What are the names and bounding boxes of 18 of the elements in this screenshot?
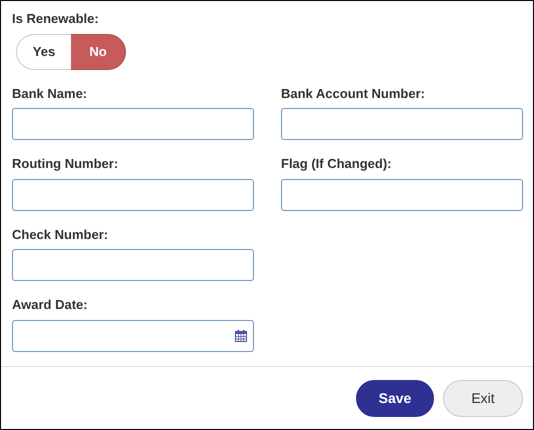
field-label: Routing Number: (12, 155, 120, 173)
field-label: Flag (If Changed): (281, 155, 392, 173)
input-field[interactable] (281, 108, 523, 140)
input-field[interactable] (281, 178, 523, 210)
input-field[interactable] (12, 178, 254, 210)
exit-button[interactable]: Exit (443, 380, 523, 416)
calendar-icon[interactable] (235, 330, 247, 342)
field-label: Is Renewable: (12, 10, 99, 28)
input-field[interactable] (12, 249, 254, 281)
field-label: Award Date: (12, 296, 89, 314)
field-label: Bank Account Number: (281, 84, 426, 102)
field-label: Check Number: (12, 226, 110, 244)
field-label: Bank Name: (12, 84, 88, 102)
toggle-option[interactable]: Yes (16, 34, 71, 70)
input-field[interactable] (12, 108, 254, 140)
toggle-option[interactable]: No (71, 34, 126, 70)
save-button[interactable]: Save (356, 380, 434, 416)
date-field[interactable] (12, 320, 254, 352)
